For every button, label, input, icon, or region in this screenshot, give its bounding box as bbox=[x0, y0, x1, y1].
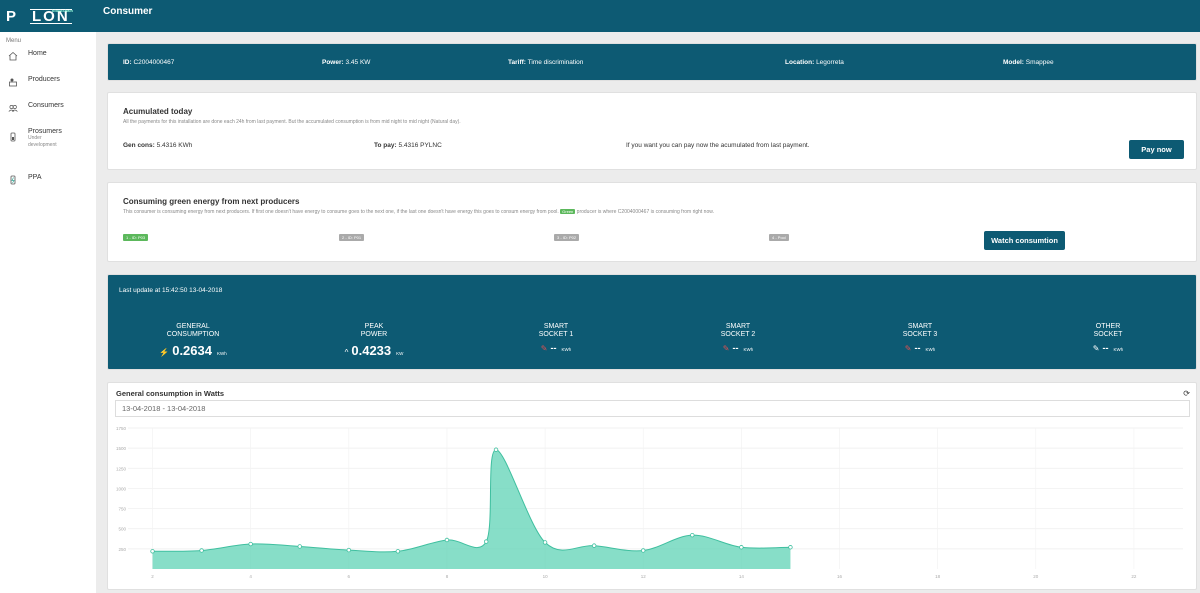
info-model: Model: Smappee bbox=[1003, 58, 1054, 66]
last-update: Last update at 15:42:50 13-04-2018 bbox=[119, 287, 223, 294]
data-point bbox=[346, 547, 352, 553]
consumption-area-chart: 250 500 750 1000 1250 1500 1750 2 4 6 8 10 12 14 16 18 2… bbox=[116, 426, 1183, 579]
plug-off-icon: ✎ bbox=[722, 344, 730, 353]
info-location: Location: Legorreta bbox=[785, 58, 844, 66]
stat-general-consumption: GENERAL CONSUMPTION ⚡ 0.2634 KWh bbox=[159, 323, 227, 358]
to-pay: To pay: 5.4316 PYLNC bbox=[374, 142, 442, 149]
stat-other-socket: OTHER SOCKET ✎ -- KWh bbox=[1092, 323, 1124, 353]
x-tick-label: 14 bbox=[739, 574, 745, 579]
green-energy-card: Consuming green energy from next produce… bbox=[107, 182, 1197, 262]
chevron-up-icon: ^ bbox=[344, 348, 349, 357]
x-tick-label: 4 bbox=[249, 574, 252, 579]
sidebar-item-sublabel: Under development bbox=[28, 135, 57, 148]
date-range-input[interactable]: 13-04-2018 - 13-04-2018 bbox=[115, 400, 1190, 417]
data-point bbox=[444, 537, 450, 543]
refresh-icon[interactable]: ⟳ bbox=[1183, 389, 1190, 398]
logo[interactable]: P LON blockchain bbox=[0, 0, 96, 32]
stat-peak-power: PEAK POWER ^ 0.4233 KW bbox=[344, 323, 404, 358]
y-tick-label: 750 bbox=[118, 507, 126, 512]
green-badge: Green bbox=[560, 209, 576, 214]
sidebar-item-ppa[interactable]: PPA bbox=[0, 174, 96, 200]
data-point bbox=[484, 539, 489, 544]
sidebar-item-prosumers[interactable]: Prosumers Under development bbox=[0, 128, 96, 174]
main-content: ID: C2004000467 Power: 3.45 KW Tariff: T… bbox=[107, 43, 1197, 590]
sidebar-item-home[interactable]: Home bbox=[0, 50, 96, 76]
x-tick-label: 12 bbox=[641, 574, 647, 579]
plug-off-icon: ✎ bbox=[540, 344, 548, 353]
bolt-icon: ⚡ bbox=[159, 348, 170, 357]
info-id: ID: C2004000467 bbox=[123, 58, 175, 66]
y-tick-label: 500 bbox=[118, 527, 126, 532]
gen-cons: Gen cons: 5.4316 KWh bbox=[123, 142, 193, 149]
data-point bbox=[690, 532, 695, 538]
data-point bbox=[199, 548, 204, 553]
page-title: Consumer bbox=[103, 5, 153, 17]
home-icon bbox=[8, 51, 18, 61]
area-fill bbox=[152, 449, 791, 569]
y-tick-label: 250 bbox=[118, 547, 126, 552]
x-tick-label: 2 bbox=[151, 574, 154, 579]
data-point bbox=[542, 540, 548, 545]
x-tick-label: 20 bbox=[1033, 574, 1039, 579]
sidebar-item-label: Producers bbox=[28, 76, 60, 83]
data-point bbox=[641, 548, 646, 553]
y-tick-label: 1000 bbox=[116, 486, 127, 491]
data-point bbox=[248, 541, 253, 547]
producer-badge-1: 1 - ID: P03 bbox=[123, 234, 149, 241]
data-point bbox=[788, 545, 793, 550]
info-tariff: Tariff: Time discrimination bbox=[508, 58, 584, 66]
sidebar-item-label: PPA bbox=[28, 174, 42, 181]
data-point bbox=[493, 447, 499, 452]
x-tick-label: 18 bbox=[935, 574, 941, 579]
prosumer-icon bbox=[8, 132, 18, 142]
data-point bbox=[297, 544, 302, 549]
x-tick-label: 6 bbox=[348, 574, 351, 579]
green-subtitle: This consumer is consuming energy from n… bbox=[123, 209, 714, 215]
menu-label: Menu bbox=[6, 38, 22, 44]
data-point bbox=[739, 545, 744, 550]
sidebar-item-consumers[interactable]: Consumers bbox=[0, 102, 96, 128]
installation-info-bar: ID: C2004000467 Power: 3.45 KW Tariff: T… bbox=[107, 43, 1197, 81]
pay-note: If you want you can pay now the acumulat… bbox=[626, 142, 810, 149]
producer-badge-4: 4 - Pool bbox=[769, 234, 789, 241]
x-tick-label: 16 bbox=[837, 574, 843, 579]
y-tick-label: 1500 bbox=[116, 446, 127, 451]
x-tick-label: 10 bbox=[543, 574, 549, 579]
sidebar-item-producers[interactable]: Producers bbox=[0, 76, 96, 102]
sidebar-item-label: Home bbox=[28, 50, 47, 57]
y-tick-label: 1250 bbox=[116, 466, 127, 471]
accumulated-card: Acumulated today All the payments for th… bbox=[107, 92, 1197, 170]
logo-word: LON blockchain bbox=[30, 7, 73, 25]
data-point bbox=[150, 549, 155, 554]
accumulated-subtitle: All the payments for this installation a… bbox=[123, 119, 461, 125]
data-point bbox=[591, 543, 597, 548]
producer-icon bbox=[8, 77, 18, 87]
info-power: Power: 3.45 KW bbox=[322, 58, 371, 66]
chart-title: General consumption in Watts bbox=[116, 389, 225, 398]
plug-off-icon: ✎ bbox=[904, 344, 912, 353]
pay-now-button[interactable]: Pay now bbox=[1129, 140, 1184, 159]
live-stats-panel: Last update at 15:42:50 13-04-2018 GENER… bbox=[107, 274, 1197, 370]
x-tick-label: 8 bbox=[446, 574, 449, 579]
sidebar-item-label: Consumers bbox=[28, 102, 64, 109]
stat-smart-socket-2: SMART SOCKET 2 ✎ -- KWh bbox=[720, 323, 756, 353]
stat-smart-socket-3: SMART SOCKET 3 ✎ -- KWh bbox=[902, 323, 938, 353]
logo-letter: P bbox=[6, 7, 19, 25]
watch-consumption-button[interactable]: Watch consumtion bbox=[984, 231, 1065, 250]
producer-badge-3: 3 - ID: P02 bbox=[554, 234, 580, 241]
x-tick-label: 22 bbox=[1131, 574, 1137, 579]
data-point bbox=[395, 549, 401, 554]
sidebar-item-label: Prosumers bbox=[28, 128, 62, 135]
users-icon bbox=[8, 103, 18, 113]
ppa-icon bbox=[8, 175, 18, 185]
stat-smart-socket-1: SMART SOCKET 1 ✎ -- KWh bbox=[538, 323, 574, 353]
plug-icon: ✎ bbox=[1092, 344, 1100, 353]
top-bar: P LON blockchain Consumer bbox=[0, 0, 1200, 32]
consumption-chart-card: General consumption in Watts ⟳ 13-04-201… bbox=[107, 382, 1197, 590]
y-tick-label: 1750 bbox=[116, 426, 127, 431]
accumulated-title: Acumulated today bbox=[123, 107, 193, 116]
producer-badge-2: 2 - ID: P01 bbox=[339, 234, 365, 241]
sidebar: Menu Home Producers Consumers Prosumers … bbox=[0, 32, 96, 593]
green-title: Consuming green energy from next produce… bbox=[123, 197, 300, 206]
